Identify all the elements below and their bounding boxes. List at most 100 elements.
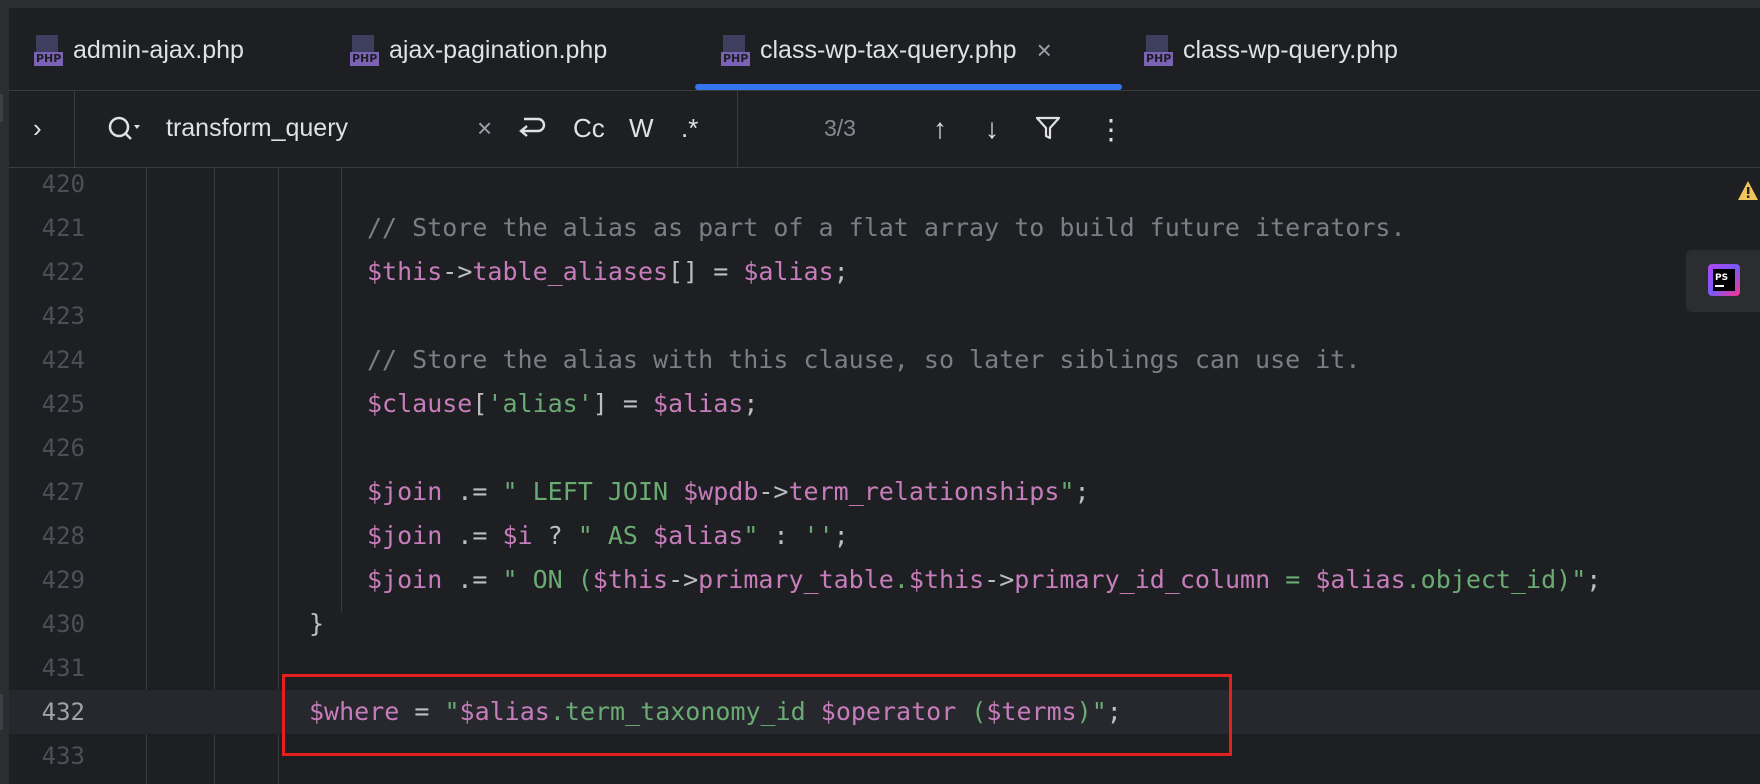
previous-occurrence-icon[interactable]: ↑ xyxy=(933,113,947,145)
line-number[interactable]: 430 xyxy=(9,602,85,646)
code-token: -> xyxy=(668,565,699,594)
close-tab-icon[interactable]: × xyxy=(1037,35,1052,66)
highlight-annotation-box xyxy=(282,674,1232,756)
clear-search-icon[interactable]: × xyxy=(477,113,492,144)
line-number[interactable]: 432 xyxy=(9,690,85,734)
code-line[interactable]: 426 xyxy=(9,426,1760,470)
filter-icon[interactable] xyxy=(1035,115,1061,141)
find-in-file-bar: › × Cc W .* 3/3 ↑ ↓ ⋮ xyxy=(9,91,1760,168)
code-token: " xyxy=(743,521,759,550)
match-case-button[interactable]: Cc xyxy=(573,113,605,144)
code-token: . xyxy=(893,565,909,594)
phpstorm-logo-icon: PS xyxy=(1708,264,1740,296)
line-number[interactable]: 425 xyxy=(9,382,85,426)
code-token: $this xyxy=(592,565,669,594)
php-file-icon: PHP xyxy=(350,35,380,66)
tab-class-wp-tax-query[interactable]: PHP class-wp-tax-query.php × xyxy=(721,34,1052,66)
code-text: $this->table_aliases[] = $alias; xyxy=(367,250,849,294)
warning-icon[interactable] xyxy=(1737,180,1759,202)
tab-label: class-wp-tax-query.php xyxy=(760,35,1017,64)
code-line[interactable]: 425 $clause['alias'] = $alias; xyxy=(9,382,1760,426)
line-number[interactable]: 429 xyxy=(9,558,85,602)
tab-class-wp-query[interactable]: PHP class-wp-query.php xyxy=(1144,34,1398,66)
code-token: .object_id)" xyxy=(1405,565,1587,594)
code-token: primary_table xyxy=(698,565,894,594)
line-number[interactable]: 424 xyxy=(9,338,85,382)
code-text: $join .= " ON ($this->primary_table.$thi… xyxy=(367,558,1601,602)
code-token: $this xyxy=(908,565,985,594)
code-token: -> xyxy=(984,565,1015,594)
line-number[interactable]: 428 xyxy=(9,514,85,558)
line-number[interactable]: 420 xyxy=(9,162,85,206)
code-token: $alias xyxy=(743,257,834,286)
code-token: $join xyxy=(367,477,443,506)
code-token: -> xyxy=(758,477,789,506)
search-history-icon[interactable] xyxy=(105,113,145,145)
code-line[interactable]: 430} xyxy=(9,602,1760,646)
regex-button[interactable]: .* xyxy=(681,113,698,144)
code-token: : xyxy=(758,521,804,550)
code-line[interactable]: 421 // Store the alias as part of a flat … xyxy=(9,206,1760,250)
tab-label: class-wp-query.php xyxy=(1183,35,1398,64)
code-token: " AS xyxy=(577,521,654,550)
code-text: $clause['alias'] = $alias; xyxy=(367,382,758,426)
code-token: // Store the alias with this clause, so … xyxy=(367,345,1361,374)
line-number[interactable]: 423 xyxy=(9,294,85,338)
code-token: .= xyxy=(442,521,503,550)
code-text: // Store the alias as part of a flat arr… xyxy=(367,206,1406,250)
left-strip-mark xyxy=(0,694,3,730)
new-line-icon[interactable] xyxy=(516,115,548,143)
line-number[interactable]: 433 xyxy=(9,734,85,778)
phpstorm-plugin-badge[interactable]: PS xyxy=(1686,250,1760,312)
divider xyxy=(737,91,738,167)
code-text: $join .= $i ? " AS $alias" : ''; xyxy=(367,514,849,558)
tab-label: admin-ajax.php xyxy=(73,35,244,64)
line-number[interactable]: 431 xyxy=(9,646,85,690)
code-line[interactable]: 428 $join .= $i ? " AS $alias" : ''; xyxy=(9,514,1760,558)
code-line[interactable]: 427 $join .= " LEFT JOIN $wpdb->term_rela… xyxy=(9,470,1760,514)
code-token: = xyxy=(1270,565,1316,594)
code-token: $this xyxy=(367,257,443,286)
search-input[interactable] xyxy=(166,109,476,147)
line-number[interactable]: 421 xyxy=(9,206,85,250)
code-token: " LEFT JOIN xyxy=(502,477,684,506)
php-file-icon: PHP xyxy=(1144,35,1174,66)
code-text: } xyxy=(309,602,324,646)
left-tool-strip xyxy=(0,8,9,784)
line-number[interactable]: 422 xyxy=(9,250,85,294)
code-token: '' xyxy=(803,521,834,550)
code-line[interactable]: 423 xyxy=(9,294,1760,338)
tab-ajax-pagination[interactable]: PHP ajax-pagination.php xyxy=(350,34,607,66)
code-token: term_relationships xyxy=(788,477,1060,506)
window-top-strip xyxy=(0,0,1760,8)
code-token: // Store the alias as part of a flat arr… xyxy=(367,213,1406,242)
more-options-icon[interactable]: ⋮ xyxy=(1097,113,1125,146)
whole-words-button[interactable]: W xyxy=(629,113,654,144)
code-line[interactable]: 429 $join .= " ON ($this->primary_table.$… xyxy=(9,558,1760,602)
tab-admin-ajax[interactable]: PHP admin-ajax.php xyxy=(34,34,244,66)
line-number[interactable]: 426 xyxy=(9,426,85,470)
code-token: ? xyxy=(532,521,578,550)
code-line[interactable]: 424 // Store the alias with this clause, … xyxy=(9,338,1760,382)
code-token: ; xyxy=(1074,477,1090,506)
code-token: } xyxy=(309,609,325,638)
svg-text:PS: PS xyxy=(1715,273,1728,283)
code-line[interactable]: 422 $this->table_aliases[] = $alias; xyxy=(9,250,1760,294)
active-tab-indicator xyxy=(695,84,1122,90)
line-number[interactable]: 427 xyxy=(9,470,85,514)
code-token: primary_id_column xyxy=(1014,565,1271,594)
code-token: " ON ( xyxy=(502,565,593,594)
code-token: [ xyxy=(472,389,488,418)
code-token: " xyxy=(1059,477,1075,506)
expand-replace-chevron-icon[interactable]: › xyxy=(33,113,42,144)
search-result-count: 3/3 xyxy=(824,115,856,141)
code-token: ] = xyxy=(592,389,653,418)
code-token: $alias xyxy=(653,389,744,418)
next-occurrence-icon[interactable]: ↓ xyxy=(985,113,999,145)
tab-label: ajax-pagination.php xyxy=(389,35,608,64)
code-line[interactable]: 420 xyxy=(9,162,1760,206)
code-token: $join xyxy=(367,521,443,550)
code-token: $alias xyxy=(653,521,744,550)
code-token: $clause xyxy=(367,389,473,418)
code-token: .= xyxy=(442,565,503,594)
